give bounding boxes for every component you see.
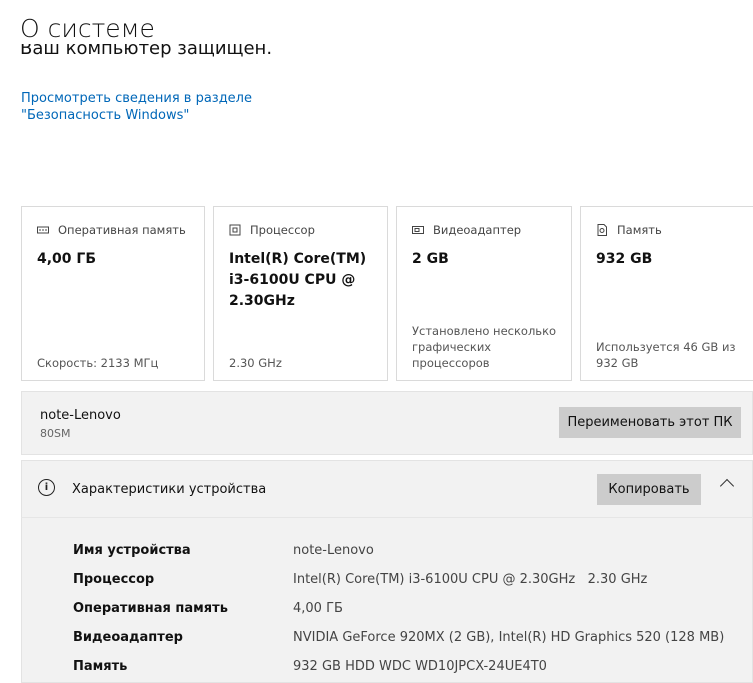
ram-card-label: Оперативная память [58,223,186,237]
spec-key: Видеоадаптер [73,630,183,645]
ram-card-value: 4,00 ГБ [37,251,97,267]
spec-value: NVIDIA GeForce 920MX (2 GB), Intel(R) HD… [293,630,725,645]
protection-status-text: Ваш компьютер защищен. [20,44,273,59]
device-model: 80SM [40,427,71,440]
copy-button[interactable]: Копировать [597,474,701,505]
cpu-card-footer: 2.30 GHz [229,356,282,370]
ram-card: Оперативная память 4,00 ГБ Скорость: 213… [21,206,205,381]
cpu-icon [229,224,241,236]
ram-icon [37,224,49,236]
cpu-card-value: Intel(R) Core(TM) i3-6100U CPU @ 2.30GHz [229,251,367,309]
storage-card: Память 932 GB Используется 46 GB из 932 … [580,206,753,381]
rename-pc-button[interactable]: Переименовать этот ПК [559,407,741,438]
cpu-card: Процессор Intel(R) Core(TM) i3-6100U CPU… [213,206,388,381]
info-icon: i [38,479,55,496]
storage-card-label: Память [617,223,662,237]
spec-value: note-Lenovo [293,543,374,558]
spec-key: Оперативная память [73,601,228,616]
chevron-up-icon[interactable] [719,478,735,494]
spec-value: Intel(R) Core(TM) i3-6100U CPU @ 2.30GHz… [293,572,648,587]
spec-key: Процессор [73,572,155,587]
storage-card-value: 932 GB [596,251,653,267]
storage-card-footer: Используется 46 GB из 932 GB [596,340,736,370]
gpu-card-value: 2 GB [412,251,449,267]
gpu-card-label: Видеоадаптер [433,223,522,237]
ram-card-footer: Скорость: 2133 МГц [37,356,159,370]
device-specs-body: Имя устройства note-Lenovo Процессор Int… [21,517,753,683]
gpu-icon [412,224,424,236]
device-name: note-Lenovo [40,408,121,423]
device-name-panel: note-Lenovo 80SM Переименовать этот ПК [21,391,753,455]
device-specs-title: Характеристики устройства [72,482,267,497]
device-specs-header[interactable]: i Характеристики устройства Копировать [21,460,753,517]
spec-value: 4,00 ГБ [293,601,343,616]
spec-value: 932 GB HDD WDC WD10JPCX-24UE4T0 [293,659,547,674]
security-details-link[interactable]: Просмотреть сведения в разделе "Безопасн… [21,90,351,124]
gpu-card: Видеоадаптер 2 GB Установлено несколько … [396,206,572,381]
storage-icon [596,224,608,236]
spec-key: Имя устройства [73,543,191,558]
page-title: О системе [20,14,155,43]
spec-key: Память [73,659,128,674]
cpu-card-label: Процессор [250,223,315,237]
gpu-card-footer: Установлено несколько графических процес… [412,324,557,370]
